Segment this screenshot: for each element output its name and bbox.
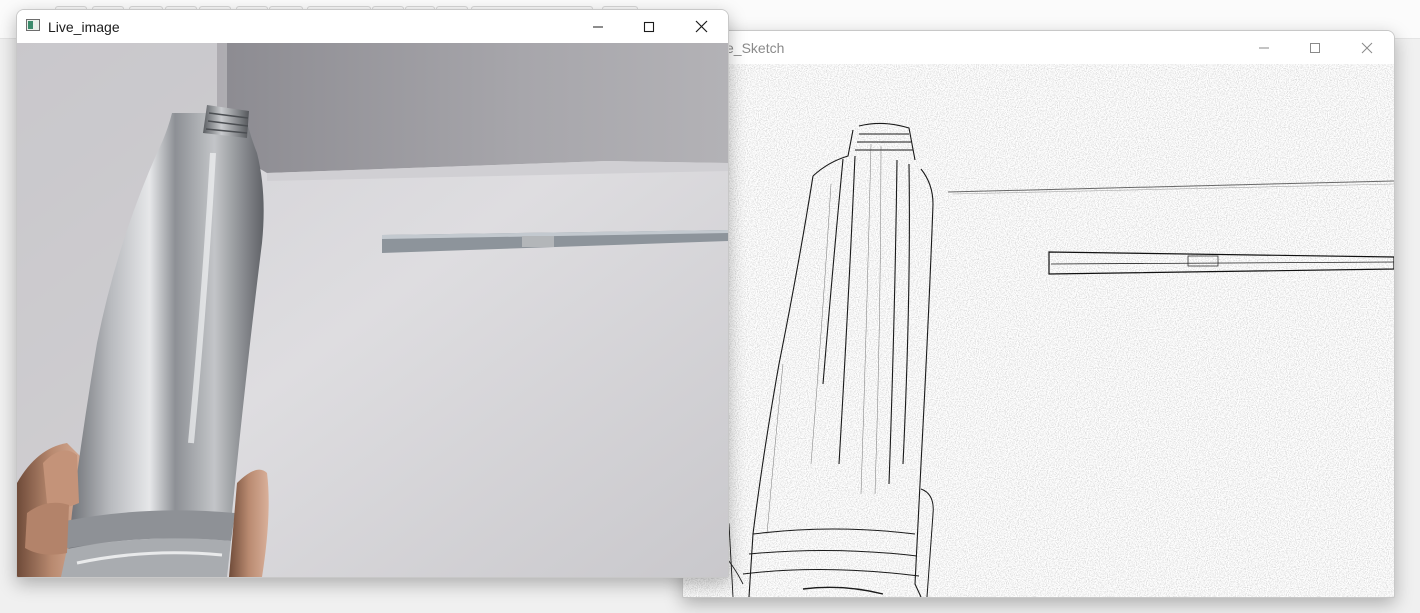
sketch-window-title: e_Sketch (726, 40, 785, 56)
live-window-titlebar[interactable]: Live_image (17, 10, 728, 43)
sketch-window-titlebar[interactable]: e_Sketch (683, 31, 1394, 64)
minimize-button[interactable] (575, 10, 621, 43)
minimize-button[interactable] (1241, 31, 1287, 64)
sketch-window[interactable]: e_Sketch (682, 30, 1395, 598)
opencv-window-icon (26, 19, 40, 31)
live-window-title: Live_image (48, 19, 120, 35)
live-image-window[interactable]: Live_image (16, 9, 729, 578)
minimize-icon (593, 25, 603, 28)
close-icon (695, 20, 707, 33)
close-button[interactable] (1344, 31, 1390, 64)
webcam-image (17, 43, 728, 577)
maximize-icon (1310, 42, 1320, 53)
close-button[interactable] (678, 10, 724, 43)
sketch-image-canvas (683, 64, 1394, 597)
maximize-button[interactable] (1292, 31, 1338, 64)
close-icon (1361, 42, 1373, 53)
live-camera-feed (17, 43, 728, 577)
maximize-button[interactable] (626, 10, 672, 43)
pencil-sketch-image (683, 64, 1394, 597)
maximize-icon (643, 21, 655, 32)
minimize-icon (1259, 47, 1269, 48)
